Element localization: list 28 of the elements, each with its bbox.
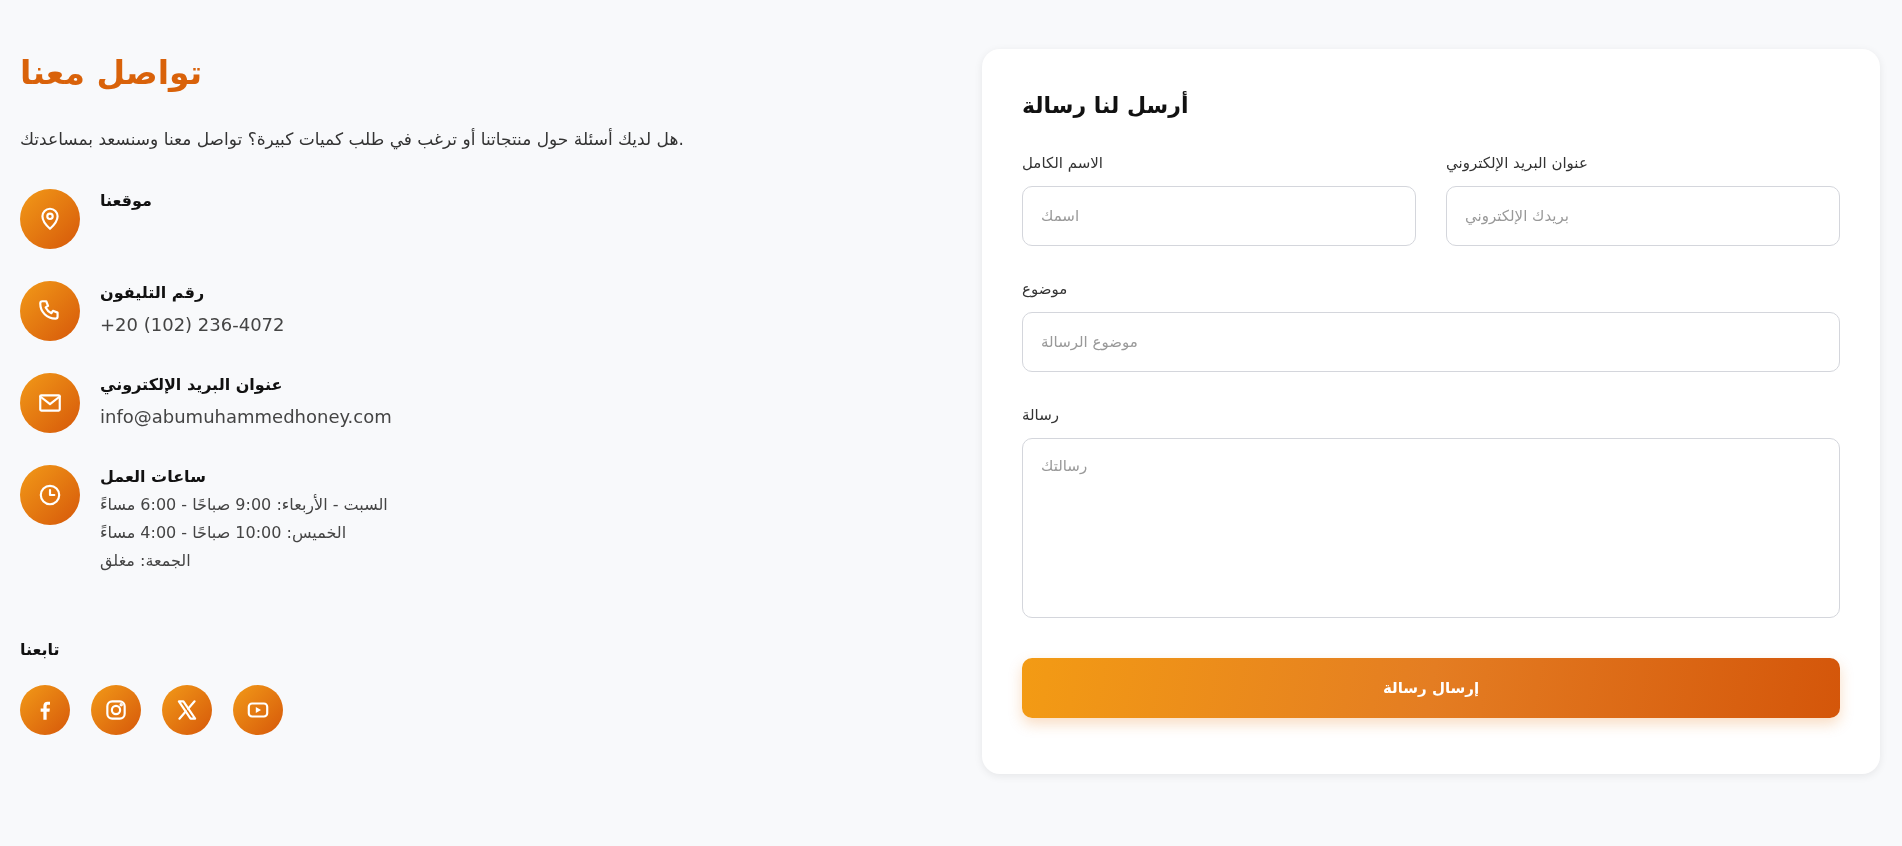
field-label: الاسم الكامل xyxy=(1022,154,1105,172)
item-title: ساعات العمل xyxy=(100,467,207,486)
phone-number: +20 (102) 236-4072 xyxy=(100,314,285,335)
hours-line: السبت - الأربعاء: 9:00 صباحًا - 6:00 مساءً xyxy=(100,495,388,514)
clock-icon xyxy=(37,482,63,508)
send-button[interactable]: إرسال رسالة xyxy=(1022,658,1840,718)
form-heading: أرسل لنا رسالة xyxy=(1022,93,1190,118)
field-label: رسالة xyxy=(1022,406,1060,424)
input-field[interactable]: موضوع الرسالة xyxy=(1022,312,1840,372)
item-title: موقعنا xyxy=(100,191,152,210)
hours-line: الجمعة: مغلق xyxy=(100,551,192,570)
instagram-icon xyxy=(103,697,129,723)
input-field[interactable]: بريدك الإلكتروني xyxy=(1446,186,1840,246)
social-link[interactable] xyxy=(20,685,70,735)
input-field[interactable]: اسمك xyxy=(1022,186,1416,246)
hours-line: الخميس: 10:00 صباحًا - 4:00 مساءً xyxy=(100,523,348,542)
item-title: رقم التليفون xyxy=(100,283,206,302)
item-title: عنوان البريد الإلكتروني xyxy=(100,375,284,394)
field-label: موضوع xyxy=(1022,280,1069,298)
message-field[interactable]: رسالتك xyxy=(1022,438,1840,618)
follow-heading: تابعنا xyxy=(20,640,60,659)
social-link[interactable] xyxy=(233,685,283,735)
contact-heading: تواصل معنا xyxy=(20,52,203,94)
email-address: info@abumuhammedhoney.com xyxy=(100,406,392,427)
intro-text: هل لديك أسئلة حول منتجاتنا أو ترغب في طلب كميات كبيرة؟ تواصل معنا وسنسعد بمساعدتك. xyxy=(20,129,684,149)
social-link[interactable] xyxy=(162,685,212,735)
social-link[interactable] xyxy=(91,685,141,735)
field-label: عنوان البريد الإلكتروني xyxy=(1446,154,1589,172)
